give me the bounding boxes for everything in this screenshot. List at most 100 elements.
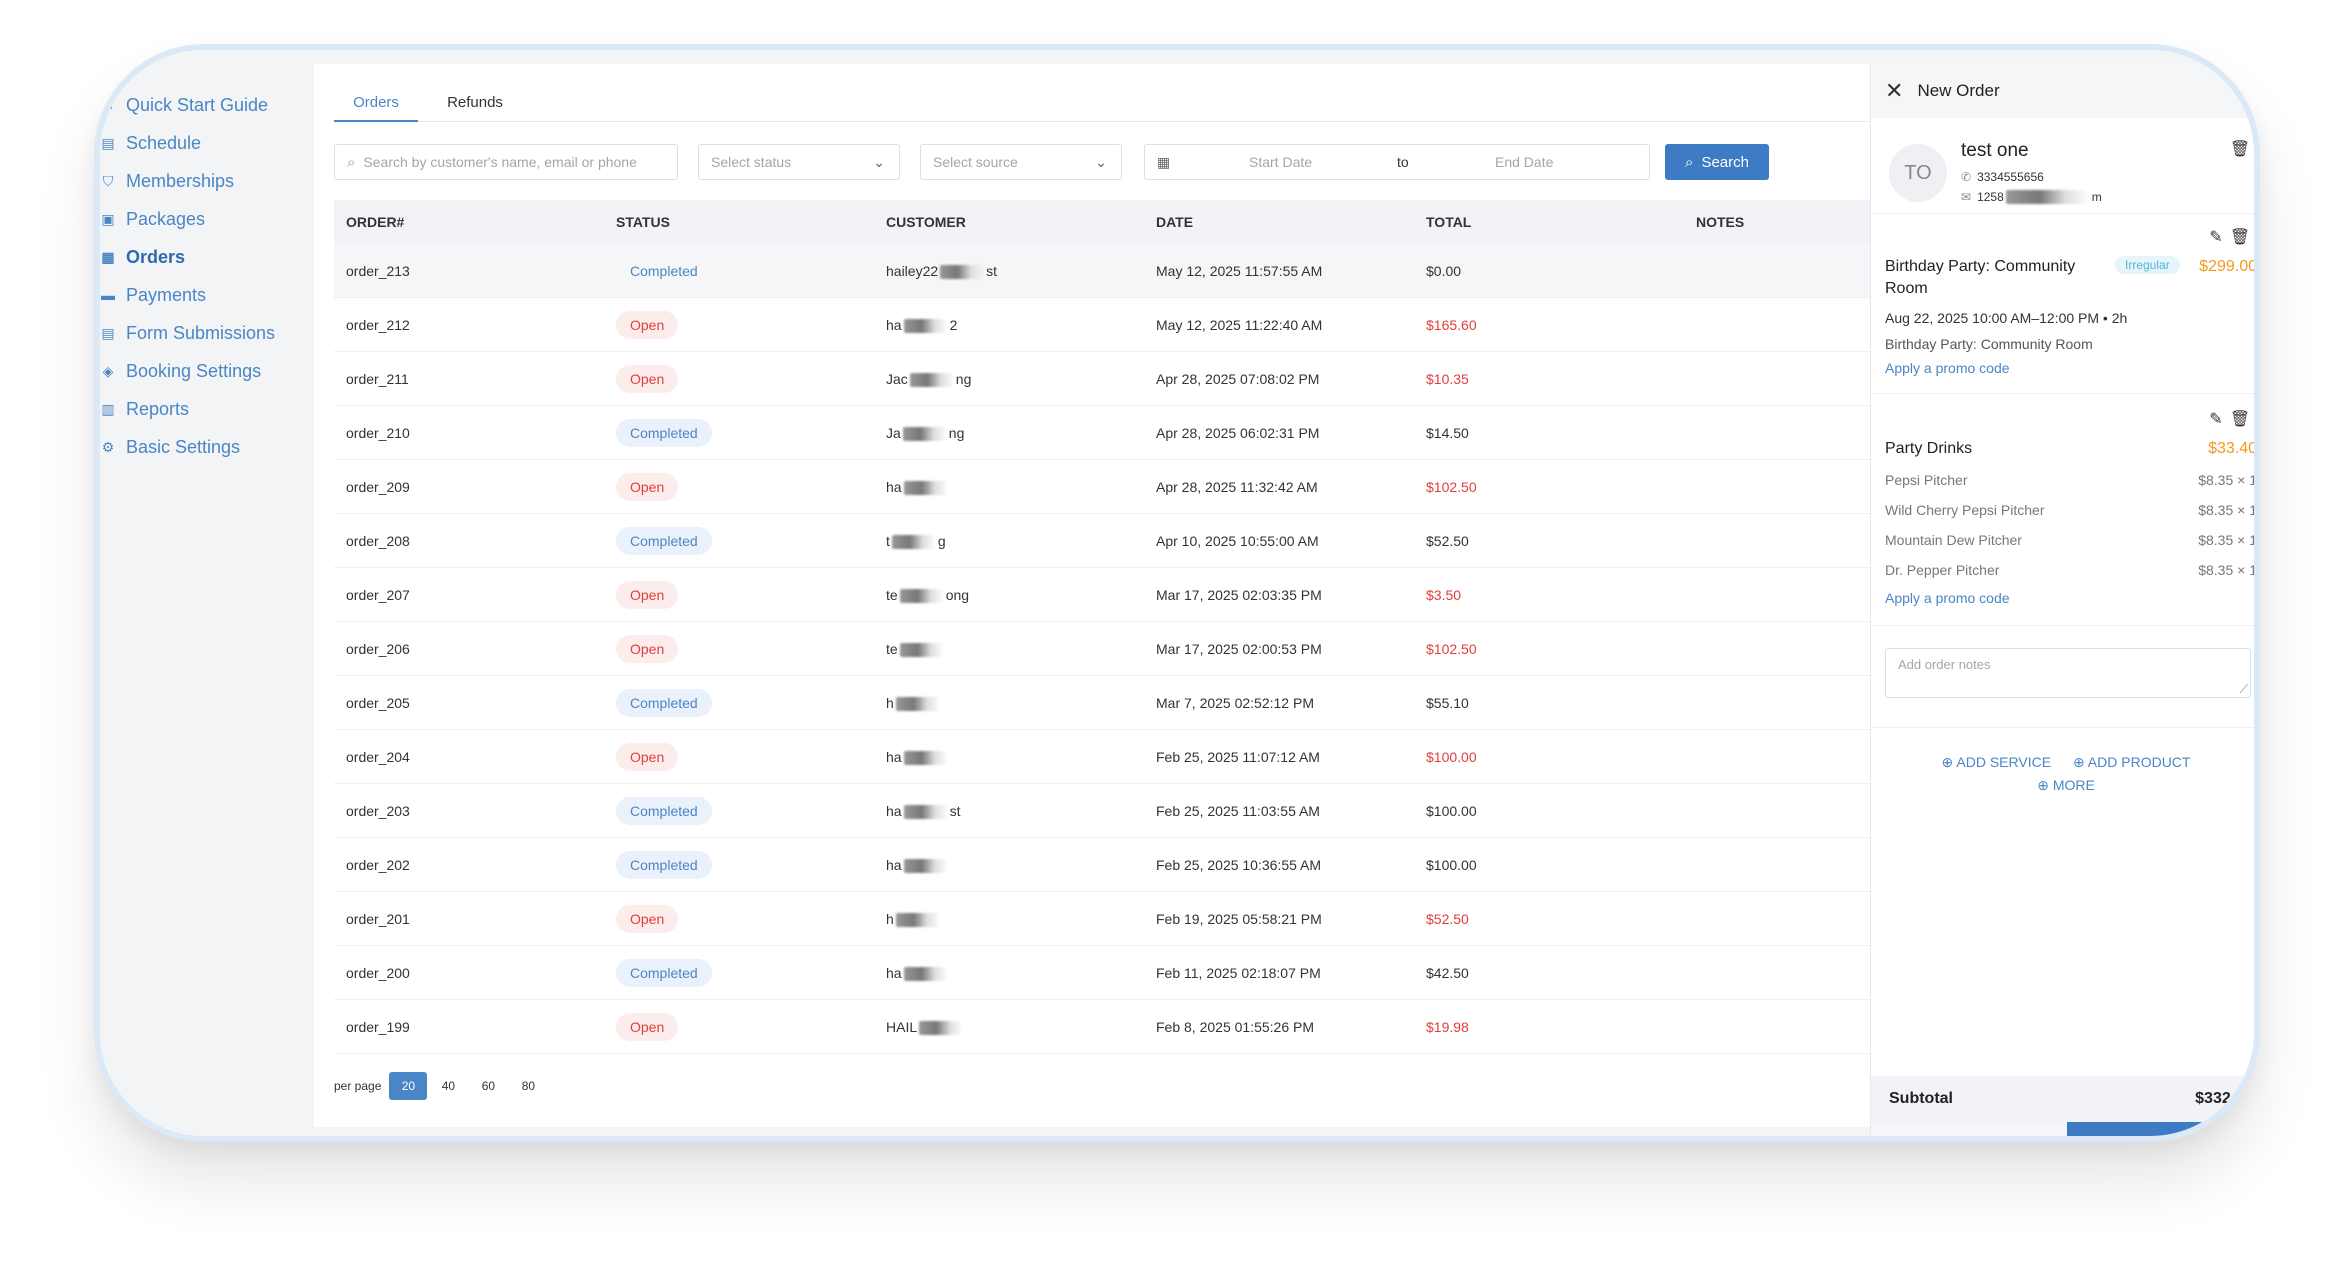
redacted-text — [895, 697, 940, 712]
table-row[interactable]: order_207 Open te ong Mar 17, 2025 02:03:35 … — [334, 568, 1870, 622]
status-badge: Open — [616, 311, 679, 339]
order-id: order_201 — [346, 911, 410, 927]
redacted-text — [919, 1021, 964, 1036]
calendar-icon: ▦ — [1157, 153, 1171, 170]
redacted-text — [903, 481, 948, 496]
customer-section: TO test one ✆ 3334555656 ✉ 1258 m 🗑 — [1871, 118, 2254, 214]
table-row[interactable]: order_209 Open ha Apr 28, 2025 11:32:42 AM $… — [334, 460, 1870, 514]
sidebar-item-quick-start-guide[interactable]: ✎ Quick Start Guide — [100, 90, 268, 120]
customer-name: test one — [1961, 140, 2029, 161]
customer-phone: ✆ 3334555656 — [1961, 170, 2044, 184]
search-button[interactable]: ⌕ Search — [1665, 144, 1769, 180]
add-service-button[interactable]: ⊕ ADD SERVICE — [1942, 754, 2052, 770]
subtotal-bar: Subtotal $332.40 — [1871, 1076, 2254, 1122]
customer-name-visible: te — [886, 587, 898, 603]
per-page-20[interactable]: 20 — [389, 1072, 428, 1100]
orders-icon: ▦ — [101, 248, 115, 265]
start-date-field[interactable]: Start Date — [1249, 154, 1312, 170]
order-total: $10.35 — [1426, 371, 1469, 387]
tab-orders[interactable]: Orders — [334, 84, 418, 122]
col-order: ORDER# — [346, 214, 405, 230]
search-button-label: Search — [1701, 153, 1749, 171]
sidebar-item-payments[interactable]: ▬ Payments — [100, 280, 206, 310]
order-date: Mar 7, 2025 02:52:12 PM — [1156, 695, 1314, 711]
sidebar-item-reports[interactable]: ▥ Reports — [100, 394, 189, 424]
order-notes-textarea[interactable]: Add order notes ⟋ — [1885, 648, 2251, 698]
trash-icon[interactable]: 🗑 — [2230, 410, 2250, 428]
item-name: Pepsi Pitcher — [1885, 472, 1968, 488]
close-icon[interactable]: ✕ — [1885, 78, 1903, 104]
customer-name-tail: ng — [948, 425, 965, 441]
edit-icon[interactable]: ✎ — [2207, 228, 2225, 246]
tab-refunds[interactable]: Refunds — [440, 84, 510, 122]
customer-name: ha st — [886, 803, 960, 820]
sidebar-item-label: Packages — [126, 208, 206, 229]
sidebar-item-label: Form Submissions — [126, 322, 276, 343]
trash-icon[interactable]: 🗑 — [2230, 228, 2250, 246]
resize-handle-icon[interactable]: ⟋ — [2240, 682, 2248, 697]
redacted-text — [902, 427, 947, 442]
booking-desc: Birthday Party: Community Room — [1885, 336, 2093, 352]
pencil-icon: ✎ — [102, 96, 114, 113]
booking-price: $299.00 — [2199, 258, 2257, 275]
drinks-section: ✎ 🗑 Party Drinks $33.40 Pepsi Pitcher $8.… — [1871, 394, 2254, 626]
apply-promo-link[interactable]: Apply a promo code — [1885, 590, 2010, 606]
customer-name-visible: ha — [886, 803, 902, 819]
table-row[interactable]: order_202 Completed ha Feb 25, 2025 10:36:5… — [334, 838, 1870, 892]
order-date: Apr 10, 2025 10:55:00 AM — [1156, 533, 1319, 549]
status-badge: Open — [616, 743, 679, 771]
per-page-40[interactable]: 40 — [429, 1072, 467, 1100]
plus-circle-icon: ⊕ — [1941, 754, 1954, 770]
plus-circle-icon: ⊕ — [2072, 754, 2085, 770]
table-row[interactable]: order_210 Completed Ja ng Apr 28, 2025 06:02… — [334, 406, 1870, 460]
sidebar-item-orders[interactable]: ▦ Orders — [100, 242, 185, 272]
sidebar-item-label: Payments — [126, 284, 207, 305]
customer-email: ✉ 1258 m — [1961, 190, 2102, 204]
table-row[interactable]: order_200 Completed ha Feb 11, 2025 02:18:0… — [334, 946, 1870, 1000]
trash-icon[interactable]: 🗑 — [2230, 140, 2250, 158]
status-badge: Completed — [616, 527, 712, 555]
per-page-80[interactable]: 80 — [509, 1072, 547, 1100]
more-button[interactable]: ⊕ MORE — [2037, 777, 2095, 793]
source-select[interactable]: Select source ⌄ — [920, 144, 1122, 180]
table-row[interactable]: order_213 Completed hailey22 st May 12, 2025… — [334, 244, 1870, 298]
per-page-60[interactable]: 60 — [469, 1072, 507, 1100]
customer-name: ha — [886, 857, 950, 874]
cancel-button[interactable]: CANCEL — [1871, 1122, 2067, 1136]
sidebar-item-label: Booking Settings — [126, 360, 262, 381]
status-select[interactable]: Select status ⌄ — [698, 144, 900, 180]
edit-icon[interactable]: ✎ — [2207, 410, 2225, 428]
table-row[interactable]: order_211 Open Jac ng Apr 28, 2025 07:08:02 … — [334, 352, 1870, 406]
sidebar-item-booking-settings[interactable]: ◈ Booking Settings — [100, 356, 261, 386]
apply-promo-link[interactable]: Apply a promo code — [1885, 360, 2010, 376]
sidebar-item-packages[interactable]: ▣ Packages — [100, 204, 205, 234]
table-row[interactable]: order_206 Open te Mar 17, 2025 02:00:53 PM $… — [334, 622, 1870, 676]
irregular-tag: Irregular — [2115, 256, 2180, 274]
layers-icon: ◈ — [102, 362, 114, 379]
panel-header: ✕ New Order — [1871, 64, 2254, 118]
col-total: TOTAL — [1426, 214, 1472, 230]
end-date-field[interactable]: End Date — [1495, 154, 1553, 170]
date-range-picker[interactable]: ▦ Start Date to End Date — [1144, 144, 1650, 180]
table-row[interactable]: order_199 Open HAIL Feb 8, 2025 01:55:26 PM… — [334, 1000, 1870, 1054]
table-row[interactable]: order_208 Completed t g Apr 10, 2025 10:55:0… — [334, 514, 1870, 568]
table-row[interactable]: order_212 Open ha 2 May 12, 2025 11:22:40 AM… — [334, 298, 1870, 352]
sidebar-item-basic-settings[interactable]: ⚙ Basic Settings — [100, 432, 240, 462]
col-status: STATUS — [616, 214, 670, 230]
table-row[interactable]: order_203 Completed ha st Feb 25, 2025 11:03… — [334, 784, 1870, 838]
calendar-icon: ▤ — [101, 134, 115, 151]
line-item: Dr. Pepper Pitcher $8.35 × 1 — [1885, 562, 2254, 584]
line-item: Pepsi Pitcher $8.35 × 1 — [1885, 472, 2254, 494]
sidebar-item-memberships[interactable]: ⛉ Memberships — [100, 166, 234, 196]
add-product-button[interactable]: ⊕ ADD PRODUCT — [2073, 754, 2191, 770]
table-row[interactable]: order_204 Open ha Feb 25, 2025 11:07:12 AM $… — [334, 730, 1870, 784]
table-row[interactable]: order_205 Completed h Mar 7, 2025 02:52:12 … — [334, 676, 1870, 730]
sidebar-item-form-submissions[interactable]: ▤ Form Submissions — [100, 318, 275, 348]
customer-name-visible: Ja — [886, 425, 901, 441]
sidebar-item-schedule[interactable]: ▤ Schedule — [100, 128, 201, 158]
customer-name: te ong — [886, 587, 969, 604]
search-input[interactable]: ⌕ Search by customer's name, email or ph… — [334, 144, 678, 180]
confirm-button[interactable]: CONFIRM — [2067, 1122, 2254, 1136]
table-row[interactable]: order_201 Open h Feb 19, 2025 05:58:21 PM $5… — [334, 892, 1870, 946]
irregular-tag-label: Irregular — [2115, 256, 2180, 274]
